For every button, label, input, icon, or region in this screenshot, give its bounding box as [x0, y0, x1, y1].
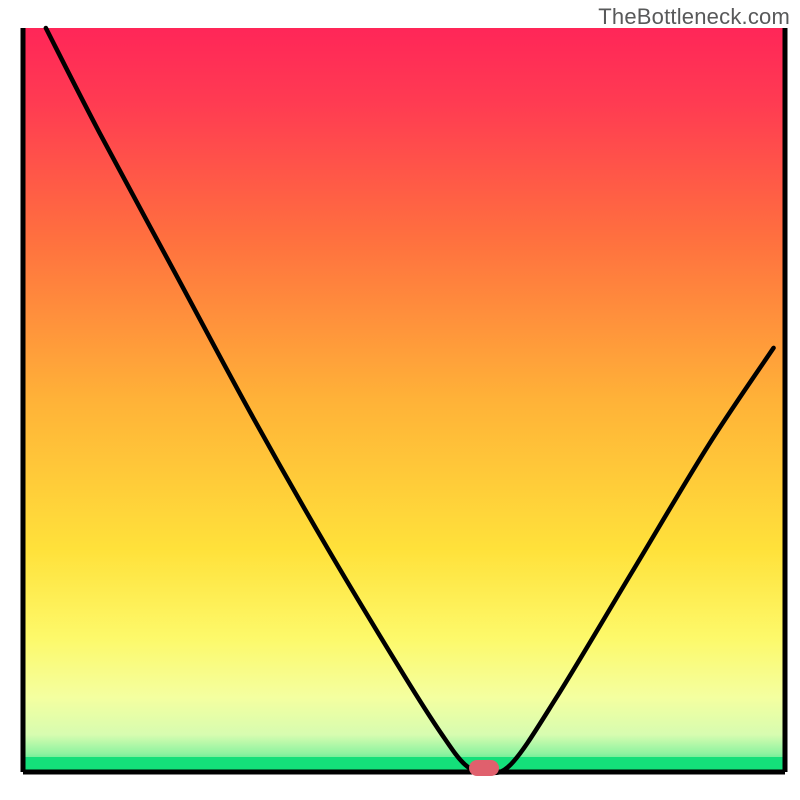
plot-area: [23, 28, 785, 776]
bottleneck-chart: [0, 0, 800, 800]
gradient-background: [23, 28, 785, 772]
optimal-point-marker: [469, 760, 499, 776]
chart-container: TheBottleneck.com: [0, 0, 800, 800]
